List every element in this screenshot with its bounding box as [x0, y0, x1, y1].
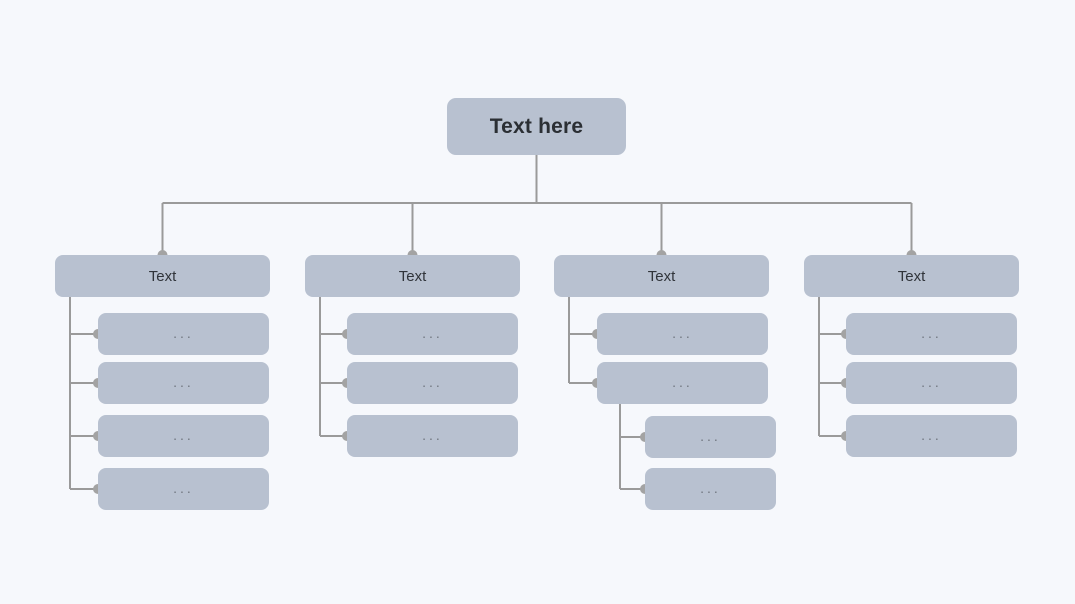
leaf-node-2-1-label: ...: [422, 325, 443, 341]
leaf-node-1-4-label: ...: [173, 480, 194, 496]
sub-node-3-2-1[interactable]: ...: [645, 416, 776, 458]
branch-node-1-label: Text: [148, 267, 177, 285]
leaf-node-2-3-label: ...: [422, 427, 443, 443]
sub-node-3-2-2[interactable]: ...: [645, 468, 776, 510]
leaf-node-3-1[interactable]: ...: [597, 313, 768, 355]
leaf-node-4-3[interactable]: ...: [846, 415, 1017, 457]
leaf-node-2-1[interactable]: ...: [347, 313, 518, 355]
branch-node-2-label: Text: [398, 267, 427, 285]
leaf-node-3-2-label: ...: [672, 374, 693, 390]
sub-node-3-2-2-label: ...: [700, 480, 721, 496]
root-node-label: Text here: [489, 114, 584, 138]
leaf-node-1-3-label: ...: [173, 427, 194, 443]
leaf-node-4-2[interactable]: ...: [846, 362, 1017, 404]
leaf-node-4-2-label: ...: [921, 374, 942, 390]
leaf-node-4-3-label: ...: [921, 427, 942, 443]
sub-node-3-2-1-label: ...: [700, 428, 721, 444]
leaf-node-1-2-label: ...: [173, 374, 194, 390]
branch-node-3[interactable]: Text: [554, 255, 769, 297]
leaf-node-1-2[interactable]: ...: [98, 362, 269, 404]
branch-node-1[interactable]: Text: [55, 255, 270, 297]
leaf-node-3-2[interactable]: ...: [597, 362, 768, 404]
connector-layer: [69, 155, 917, 494]
leaf-node-2-2[interactable]: ...: [347, 362, 518, 404]
branch-node-4-label: Text: [897, 267, 926, 285]
branch-node-4[interactable]: Text: [804, 255, 1019, 297]
leaf-node-1-1[interactable]: ...: [98, 313, 269, 355]
leaf-node-1-4[interactable]: ...: [98, 468, 269, 510]
leaf-node-1-3[interactable]: ...: [98, 415, 269, 457]
leaf-node-3-1-label: ...: [672, 325, 693, 341]
leaf-node-4-1[interactable]: ...: [846, 313, 1017, 355]
diagram-canvas: Text here Text............ Text......... Te…: [0, 0, 1075, 604]
leaf-node-1-1-label: ...: [173, 325, 194, 341]
root-node[interactable]: Text here: [447, 98, 626, 155]
branch-node-2[interactable]: Text: [305, 255, 520, 297]
branch-node-3-label: Text: [647, 267, 676, 285]
leaf-node-2-3[interactable]: ...: [347, 415, 518, 457]
leaf-node-4-1-label: ...: [921, 325, 942, 341]
leaf-node-2-2-label: ...: [422, 374, 443, 390]
